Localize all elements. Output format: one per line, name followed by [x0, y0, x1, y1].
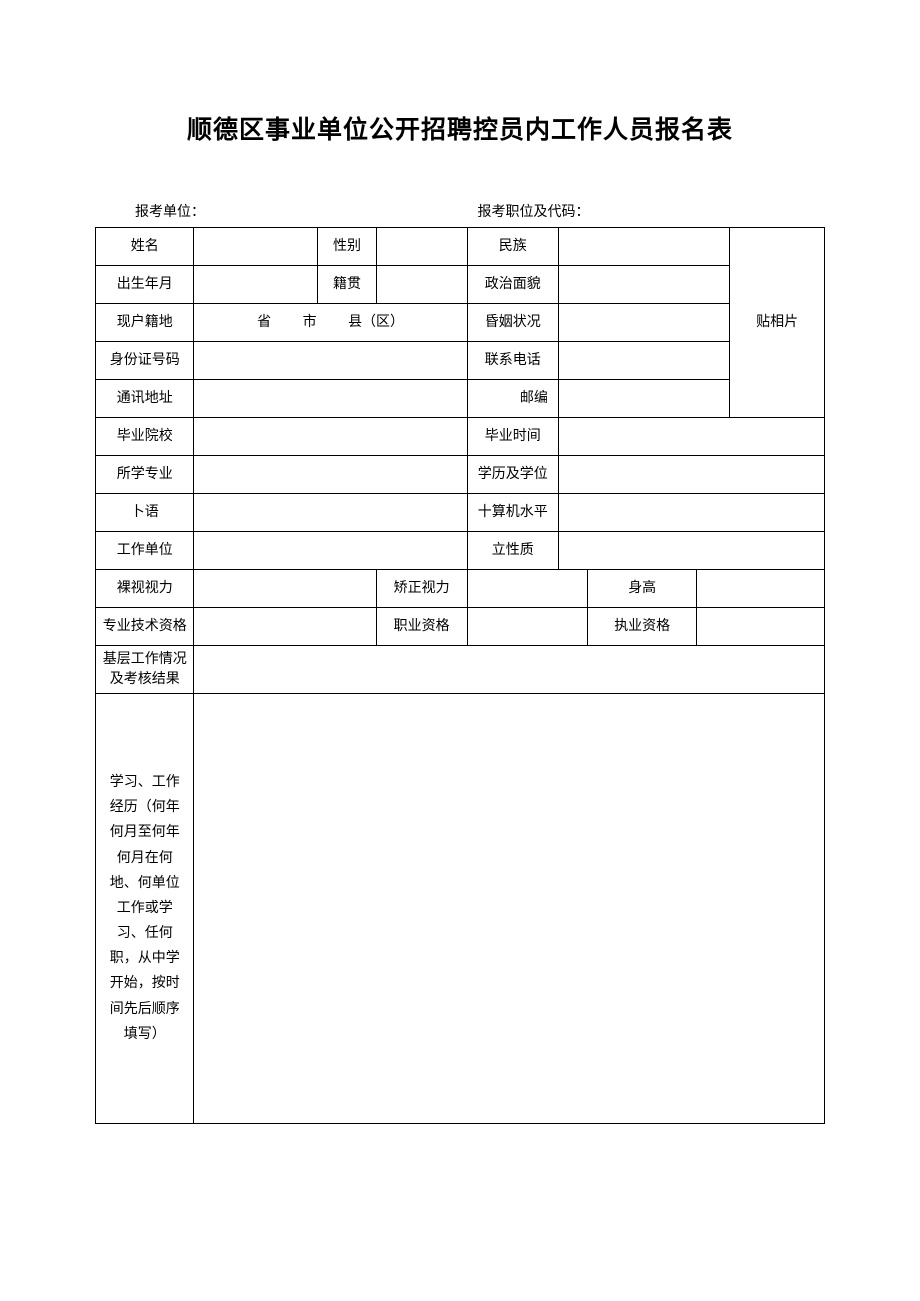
label-id-number: 身份证号码 [96, 342, 194, 380]
field-political-status[interactable] [558, 266, 729, 304]
label-postcode: 邮编 [467, 380, 558, 418]
label-phone: 联系电话 [467, 342, 558, 380]
label-name: 姓名 [96, 228, 194, 266]
label-grassroots-work: 基层工作情况及考核结果 [96, 646, 194, 694]
field-degree[interactable] [558, 456, 824, 494]
label-height: 身高 [588, 570, 697, 608]
label-work-unit: 工作单位 [96, 532, 194, 570]
label-city: 市 [303, 313, 317, 333]
label-foreign-language: 卜语 [96, 494, 194, 532]
label-county: 县（区） [348, 313, 404, 333]
field-phone[interactable] [558, 342, 729, 380]
field-native-place[interactable] [376, 266, 467, 304]
field-practice-qualification[interactable] [697, 608, 825, 646]
field-marital-status[interactable] [558, 304, 729, 342]
label-mailing-address: 通讯地址 [96, 380, 194, 418]
field-school[interactable] [194, 418, 467, 456]
field-ethnicity[interactable] [558, 228, 729, 266]
exam-unit-label: 报考单位： [135, 201, 443, 221]
label-naked-vision: 裸视视力 [96, 570, 194, 608]
label-professional-qualification: 专业技术资格 [96, 608, 194, 646]
label-ethnicity: 民族 [467, 228, 558, 266]
document-title: 顺德区事业单位公开招聘控员内工作人员报名表 [95, 110, 825, 146]
field-naked-vision[interactable] [194, 570, 376, 608]
label-unit-nature: 立性质 [467, 532, 558, 570]
field-major[interactable] [194, 456, 467, 494]
field-graduation-time[interactable] [558, 418, 824, 456]
field-id-number[interactable] [194, 342, 467, 380]
field-experience[interactable] [194, 694, 825, 1124]
label-graduation-time: 毕业时间 [467, 418, 558, 456]
field-corrected-vision[interactable] [467, 570, 587, 608]
field-computer-level[interactable] [558, 494, 824, 532]
label-current-residence: 现户籍地 [96, 304, 194, 342]
field-unit-nature[interactable] [558, 532, 824, 570]
label-school: 毕业院校 [96, 418, 194, 456]
label-vocational-qualification: 职业资格 [376, 608, 467, 646]
exam-position-label: 报考职位及代码： [443, 201, 786, 221]
field-gender[interactable] [376, 228, 467, 266]
header-row: 报考单位： 报考职位及代码： [95, 201, 825, 221]
field-work-unit[interactable] [194, 532, 467, 570]
field-foreign-language[interactable] [194, 494, 467, 532]
field-birth-date[interactable] [194, 266, 318, 304]
label-experience: 学习、工作经历（何年何月至何年何月在何地、何单位工作或学习、任何职，从中学开始，… [96, 694, 194, 1124]
label-corrected-vision: 矫正视力 [376, 570, 467, 608]
field-current-residence[interactable]: 省 市 县（区） [194, 304, 467, 342]
field-professional-qualification[interactable] [194, 608, 376, 646]
label-computer-level: 十算机水平 [467, 494, 558, 532]
label-marital-status: 昏姻状况 [467, 304, 558, 342]
label-province: 省 [257, 313, 271, 333]
label-degree: 学历及学位 [467, 456, 558, 494]
label-birth-date: 出生年月 [96, 266, 194, 304]
field-vocational-qualification[interactable] [467, 608, 587, 646]
label-major: 所学专业 [96, 456, 194, 494]
application-form-table: 姓名 性别 民族 贴相片 出生年月 籍贯 政治面貌 现户籍地 省 市 县（区） … [95, 227, 825, 1124]
label-political-status: 政治面貌 [467, 266, 558, 304]
field-height[interactable] [697, 570, 825, 608]
field-mailing-address[interactable] [194, 380, 467, 418]
photo-area[interactable]: 贴相片 [730, 228, 825, 418]
field-postcode[interactable] [558, 380, 729, 418]
field-grassroots-work[interactable] [194, 646, 825, 694]
label-practice-qualification: 执业资格 [588, 608, 697, 646]
field-name[interactable] [194, 228, 318, 266]
label-gender: 性别 [318, 228, 376, 266]
label-native-place: 籍贯 [318, 266, 376, 304]
